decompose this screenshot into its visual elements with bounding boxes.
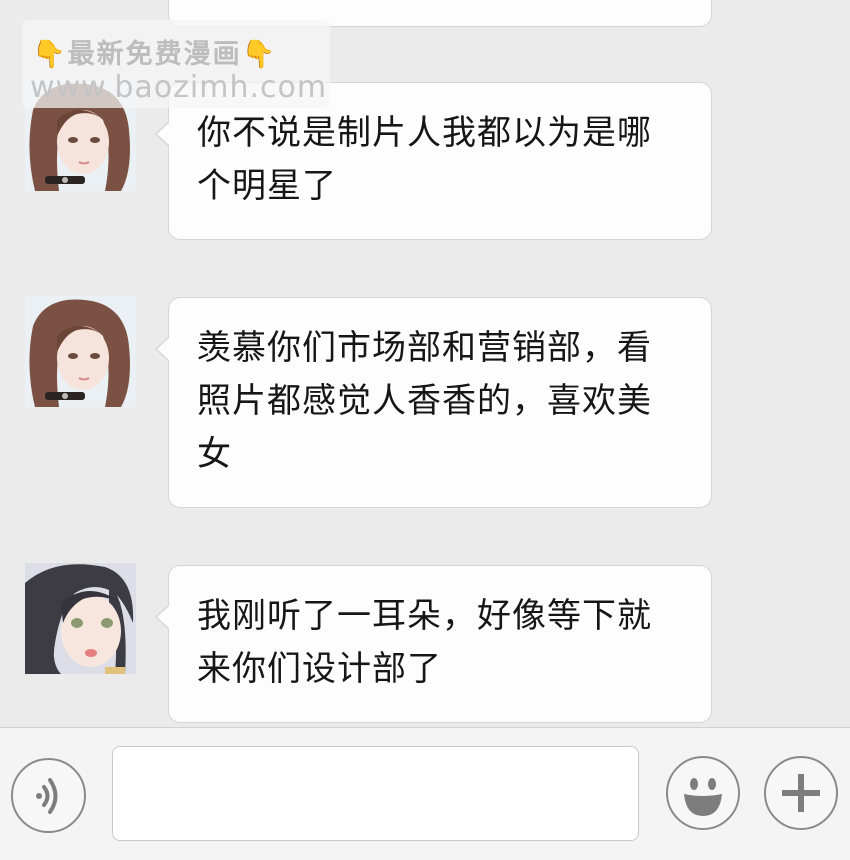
voice-icon — [36, 778, 58, 814]
voice-button[interactable] — [11, 758, 86, 833]
avatar[interactable] — [25, 296, 136, 407]
watermark: 👇最新免费漫画👇 www.baozimh.com — [22, 20, 330, 108]
message-text: 我刚听了一耳朵，好像等下就来你们设计部了 — [197, 596, 652, 689]
message-bubble[interactable]: 我刚听了一耳朵，好像等下就来你们设计部了 — [155, 565, 712, 723]
watermark-url: www.baozimh.com — [30, 70, 328, 105]
bubble-tail — [155, 604, 170, 630]
plus-button[interactable] — [764, 756, 838, 830]
bubble-tail — [155, 121, 170, 147]
chat-area: 你不说是制片人我都以为是哪个明星了 羡慕你们市场部和营销部，看照片都感觉人香香的… — [0, 0, 850, 727]
message-input[interactable] — [112, 746, 639, 841]
emoji-icon — [684, 778, 722, 816]
watermark-text: 最新免费漫画 — [67, 39, 242, 70]
plus-icon — [782, 774, 820, 812]
avatar-image — [25, 563, 136, 674]
message-text: 羡慕你们市场部和营销部，看照片都感觉人香香的，喜欢美女 — [197, 328, 652, 474]
pointing-down-icon: 👇 — [241, 39, 278, 70]
message-bubble[interactable]: 羡慕你们市场部和营销部，看照片都感觉人香香的，喜欢美女 — [155, 297, 712, 508]
message-text: 你不说是制片人我都以为是哪个明星了 — [197, 113, 652, 206]
emoji-button[interactable] — [666, 756, 740, 830]
avatar-image — [25, 296, 136, 407]
pointing-down-icon: 👇 — [32, 39, 68, 70]
watermark-title: 👇最新免费漫画👇 — [32, 32, 277, 71]
bubble-tail — [155, 336, 170, 362]
avatar[interactable] — [25, 563, 136, 674]
input-bar — [0, 727, 850, 860]
